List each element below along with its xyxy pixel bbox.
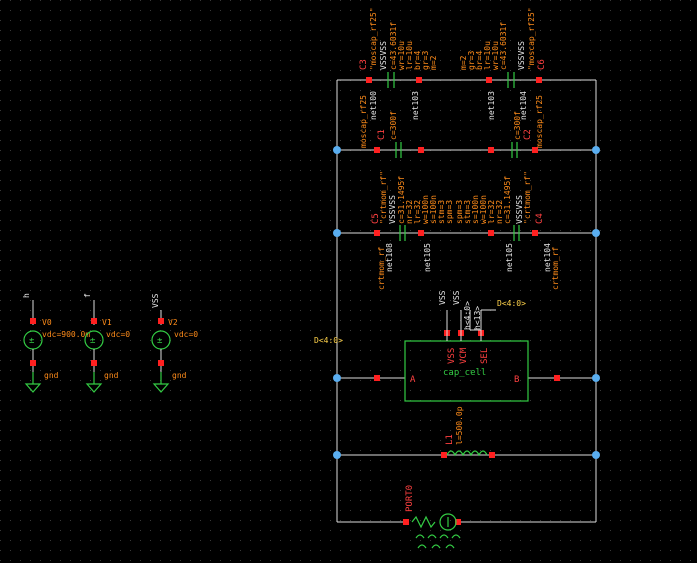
cap-low-right-p0: c=31.1495f [503, 176, 512, 224]
inductor-inst: L1 [445, 434, 455, 445]
moscap-left-model: "moscap_rf25" [369, 7, 378, 70]
cap-low-left-pins: VSSVSS [388, 195, 397, 224]
cap-cell-bus-label: D<4:0> [497, 299, 526, 308]
moscap-right-pins: VSSVSS [517, 41, 526, 70]
cap-low-net-1: net108 [385, 243, 394, 272]
moscap-right-inst: C6 [537, 59, 547, 70]
source-v2-gnd: gnd [172, 371, 187, 380]
cap-cell-pin-vcm: VCM [459, 347, 469, 364]
source-v1-param: vdc=0 [106, 330, 130, 339]
moscap-net-1: net103 [411, 91, 420, 120]
cap-mid-left-param: c=300f [389, 111, 398, 140]
source-v1-net: f [83, 293, 92, 298]
svg-text:±: ± [90, 336, 96, 346]
cap-low-right-inst: C4 [535, 213, 545, 224]
cap-cell-pin-a: A [410, 375, 416, 385]
moscap-net-0: net100 [369, 91, 378, 120]
cap-low-net-2: net105 [423, 243, 432, 272]
cap-low-right-model: "crtmom_rf" [523, 171, 532, 224]
source-v1-gnd: gnd [104, 371, 119, 380]
cap-cell-net-vss-0: VSS [438, 290, 447, 305]
left-bus-label: D<4:0> [314, 336, 343, 345]
cap-cell-net-h13: h<13> [473, 306, 482, 330]
cap-cell-net-h4: h<4:0> [463, 301, 472, 330]
source-v0-param: vdc=900.0m [42, 330, 90, 339]
source-v2-inst: V2 [168, 318, 178, 327]
cap-mid-right-inst: C2 [523, 129, 533, 140]
source-v2-net: VSS [151, 293, 160, 308]
inductor-param: l=500.0p [455, 406, 464, 445]
grid-background [0, 0, 697, 563]
source-v1-inst: V1 [102, 318, 112, 327]
port-inst: PORT0 [405, 485, 415, 512]
cap-mid-right-param: c=300f [513, 111, 522, 140]
moscap-left-p5: m=2 [429, 55, 438, 70]
moscap-right-model: "moscap_rf25" [527, 7, 536, 70]
moscap-left-inst: C3 [359, 59, 369, 70]
cap-cell-name: cap_cell [443, 368, 486, 378]
cap-low-left-p6: spm=3 [445, 200, 454, 224]
cap-cell-pin-sel: SEL [480, 348, 490, 364]
moscap-left-pins: VSSVSS [379, 41, 388, 70]
cap-mid-left-model: moscap_rf25 [359, 95, 368, 148]
source-v2-param: vdc=0 [174, 330, 198, 339]
source-v0-net: h [22, 293, 31, 298]
svg-text:±: ± [29, 336, 35, 346]
cap-cell-pin-vss: VSS [447, 348, 457, 364]
cap-cell-pin-b: B [514, 375, 519, 385]
cap-mid-left-inst: C1 [377, 129, 387, 140]
source-v0-gnd: gnd [44, 371, 59, 380]
source-v0-inst: V0 [42, 318, 52, 327]
cap-low-net-5: crtmom_rf [551, 246, 560, 290]
schematic-canvas[interactable]: h ± V0 vdc=900.0m gnd f ± V1 vdc=0 gnd V… [0, 0, 697, 563]
svg-text:±: ± [157, 336, 163, 346]
cap-low-left-model: "crtmom_rf" [379, 171, 388, 224]
moscap-right-p0: c=43.6031f [499, 22, 508, 70]
cap-mid-right-model: moscap_rf25 [535, 95, 544, 148]
cap-cell-net-vss-1: VSS [452, 290, 461, 305]
cap-low-net-3: net105 [505, 243, 514, 272]
moscap-net-2: net103 [487, 91, 496, 120]
